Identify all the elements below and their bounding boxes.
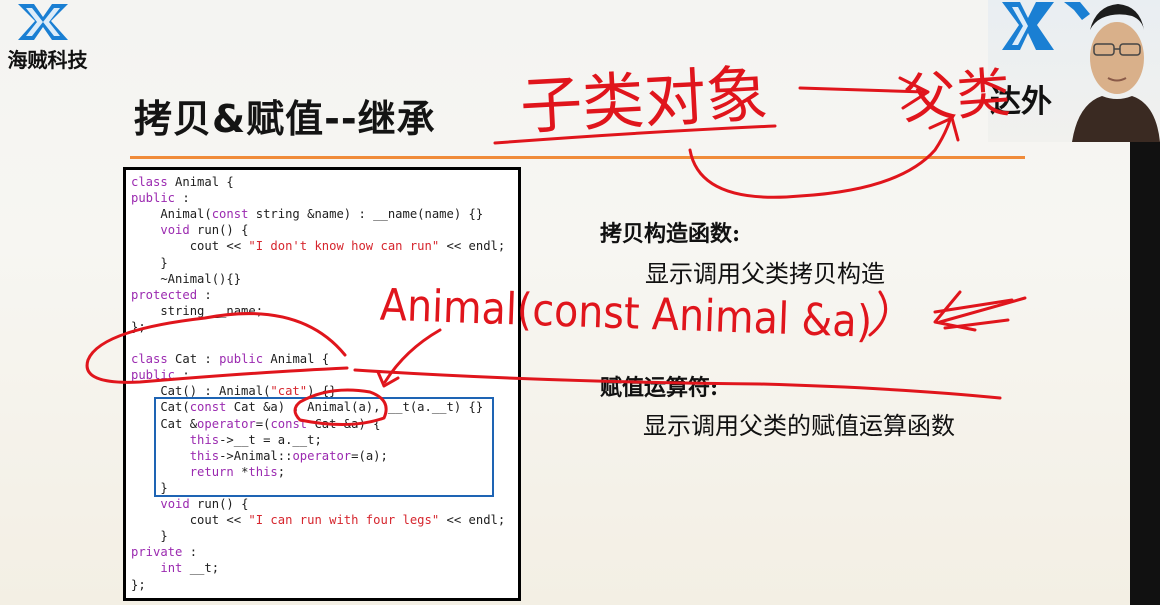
mid-handwriting-text: Animal(const Animal &a) [379, 280, 873, 348]
top-handwriting-text: 子类对象 [518, 57, 769, 143]
arrow-target-handwriting: 父类 [900, 61, 1012, 131]
cat-class-loop [85, 312, 349, 384]
long-bottom-arrow [353, 368, 1002, 400]
animal-a-circle [293, 388, 388, 426]
handwritten-annotations: 子类对象 父类 Animal(const Animal &a) [85, 57, 1027, 426]
